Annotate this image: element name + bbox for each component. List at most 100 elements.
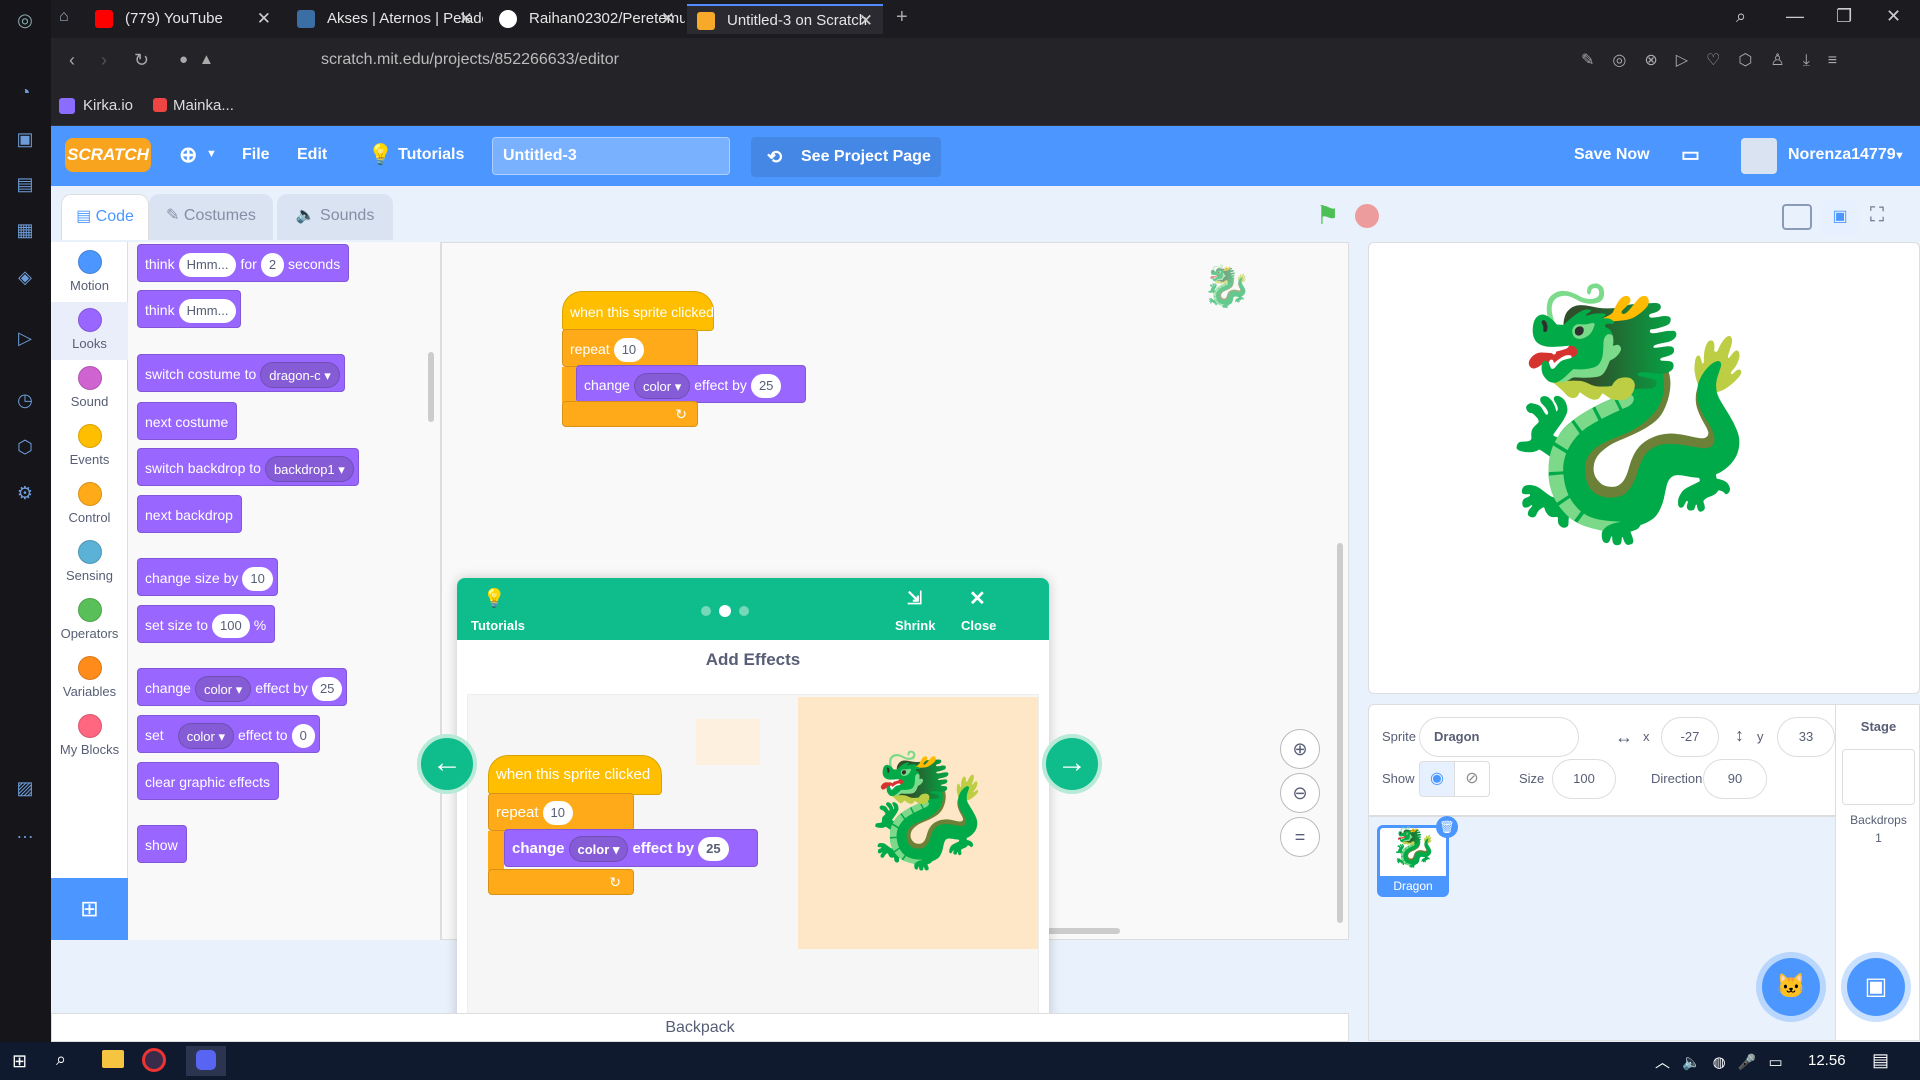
mic-icon[interactable]: ● (179, 51, 188, 68)
step-dot[interactable] (701, 606, 711, 616)
block-next-costume[interactable]: next costume (137, 402, 238, 440)
block-input[interactable]: 25 (311, 677, 343, 702)
close-icon[interactable]: ✕ (969, 586, 986, 611)
category-looks[interactable]: Looks (51, 302, 128, 360)
hat-when-sprite-clicked[interactable]: when this sprite clicked (562, 291, 714, 331)
block-clear-effects[interactable]: clear graphic effects (137, 762, 280, 800)
extensions-icon[interactable]: ⬡ (13, 435, 37, 459)
direction-input[interactable]: 90 (1703, 759, 1767, 799)
block-input[interactable]: Hmm... (178, 299, 237, 324)
tutorials-link[interactable]: Tutorials (471, 618, 525, 633)
category-control[interactable]: Control (51, 476, 128, 534)
delete-sprite-icon[interactable]: 🗑 (1436, 816, 1458, 838)
block-dropdown[interactable]: color ▾ (177, 723, 235, 750)
opera-logo-icon[interactable]: ◎ (13, 8, 37, 32)
close-tab-icon[interactable]: ✕ (257, 4, 271, 34)
block-input[interactable]: 0 (291, 724, 315, 749)
step-dot-active[interactable] (719, 605, 731, 617)
palette-scrollbar[interactable] (428, 352, 434, 422)
category-operators[interactable]: Operators (51, 592, 128, 650)
search-icon[interactable]: ⌕ (56, 1049, 66, 1070)
more-icon[interactable]: … (13, 820, 37, 844)
block-think-for-secs[interactable]: think Hmm... for 2 seconds (137, 244, 350, 282)
block-input[interactable]: 100 (212, 614, 250, 639)
category-variables[interactable]: Variables (51, 650, 128, 708)
green-flag-icon[interactable]: ⚑ (1316, 200, 1339, 231)
shopping-icon[interactable]: ▣ (13, 127, 37, 151)
block-change-size[interactable]: change size by 10 (137, 558, 278, 596)
chevron-down-icon[interactable]: ▼ (206, 148, 217, 160)
tab-sounds[interactable]: 🔈 Sounds (277, 194, 393, 240)
block-input[interactable]: 10 (613, 338, 645, 363)
block-input[interactable]: 10 (242, 567, 273, 592)
block-set-effect[interactable]: set color ▾ effect to 0 (137, 715, 320, 753)
tab-youtube[interactable]: (779) YouTube ✕ (85, 4, 281, 34)
tab-scratch[interactable]: Untitled-3 on Scratch ✕ (687, 4, 883, 34)
file-menu[interactable]: File (242, 146, 270, 164)
block-dropdown[interactable]: color ▾ (194, 676, 252, 703)
search-tabs-icon[interactable]: ⌕ (1736, 6, 1746, 27)
player-icon[interactable]: ▷ (13, 326, 37, 350)
zoom-in-icon[interactable]: ⊕ (1280, 729, 1320, 769)
avatar[interactable] (1741, 138, 1777, 174)
workspaces-icon[interactable]: ⌂ (59, 8, 69, 26)
y-input[interactable]: 33 (1777, 717, 1835, 757)
workspace-v-scrollbar[interactable] (1337, 543, 1343, 923)
step-dot[interactable] (739, 606, 749, 616)
scratch-logo[interactable]: SCRATCH (65, 138, 151, 172)
see-project-page-button[interactable]: ⟲ See Project Page (751, 137, 941, 177)
x-input[interactable]: -27 (1661, 717, 1719, 757)
forward-icon[interactable]: › (101, 50, 107, 71)
repeat-block[interactable]: repeat 10 (562, 329, 698, 367)
block-change-effect[interactable]: change color ▾ effect by 25 (137, 668, 348, 706)
chip-icon[interactable]: ▦ (13, 218, 37, 242)
tutorial-next-button[interactable]: → (1042, 734, 1102, 794)
choose-backdrop-button[interactable]: ▣ (1847, 958, 1905, 1016)
url-field[interactable]: scratch.mit.edu/projects/852266633/edito… (321, 51, 619, 69)
change-effect-block[interactable]: change color ▾ effect by 25 (576, 365, 806, 403)
add-extension-button[interactable]: ⊞ (51, 878, 128, 940)
backdrop-thumbnail[interactable] (1842, 749, 1915, 805)
fullscreen-icon[interactable]: ⛶ (1870, 204, 1884, 227)
minimize-icon[interactable]: — (1786, 6, 1804, 27)
bookmark-mainka[interactable]: Mainka... (173, 97, 234, 114)
tab-aternos[interactable]: Akses | Aternos | Peladen M ✕ (287, 4, 483, 34)
block-switch-backdrop[interactable]: switch backdrop to backdrop1 ▾ (137, 448, 359, 486)
category-motion[interactable]: Motion (51, 244, 128, 302)
show-visible-eye-icon[interactable]: ◉ (1419, 761, 1455, 797)
close-tab-icon[interactable]: ✕ (661, 4, 675, 34)
block-set-size[interactable]: set size to 100% (137, 605, 276, 643)
backpack[interactable]: Backpack (51, 1013, 1349, 1042)
notifications-icon[interactable]: ▤ (1872, 1050, 1889, 1071)
choose-sprite-button[interactable]: 🐱 (1762, 958, 1820, 1016)
shrink-button[interactable]: Shrink (895, 618, 935, 633)
tab-costumes[interactable]: ✎ Costumes (149, 194, 273, 240)
block-show[interactable]: show (137, 825, 187, 863)
my-stuff-folder-icon[interactable]: ▭ (1681, 142, 1700, 167)
zoom-reset-icon[interactable]: = (1280, 817, 1320, 857)
new-tab-icon[interactable]: + (896, 6, 908, 29)
block-dropdown[interactable]: backdrop1 ▾ (264, 456, 354, 483)
small-stage-icon[interactable] (1782, 204, 1812, 230)
address-bar-actions[interactable]: ✎◎⊗▷♡⬡♙⤓≡ (1581, 50, 1855, 70)
close-tab-icon[interactable]: ✕ (859, 6, 873, 34)
gallery-icon[interactable]: ▨ (13, 776, 37, 800)
file-explorer-icon[interactable] (102, 1050, 124, 1068)
settings-icon[interactable]: ⚙ (13, 481, 37, 505)
language-globe-icon[interactable]: ⊕ (179, 142, 197, 168)
block-switch-costume[interactable]: switch costume to dragon-c ▾ (137, 354, 345, 392)
username[interactable]: Norenza14779 (1788, 146, 1896, 164)
edit-menu[interactable]: Edit (297, 146, 327, 164)
block-input[interactable]: Hmm... (178, 253, 237, 278)
block-input[interactable]: 25 (750, 374, 782, 399)
stage-canvas[interactable]: 🐉 (1368, 242, 1920, 694)
block-next-backdrop[interactable]: next backdrop (137, 495, 242, 533)
tab-code[interactable]: ▤ Code (61, 194, 149, 240)
dragon-sprite-image[interactable]: 🐉 (1479, 263, 1778, 563)
size-input[interactable]: 100 (1552, 759, 1616, 799)
reload-icon[interactable]: ↻ (134, 50, 149, 71)
speed-dial-icon[interactable]: ◔ (13, 80, 37, 104)
shrink-icon[interactable]: ⇲ (907, 588, 922, 609)
twitch-icon[interactable]: ▤ (13, 172, 37, 196)
tutorials-button[interactable]: Tutorials (398, 146, 464, 164)
